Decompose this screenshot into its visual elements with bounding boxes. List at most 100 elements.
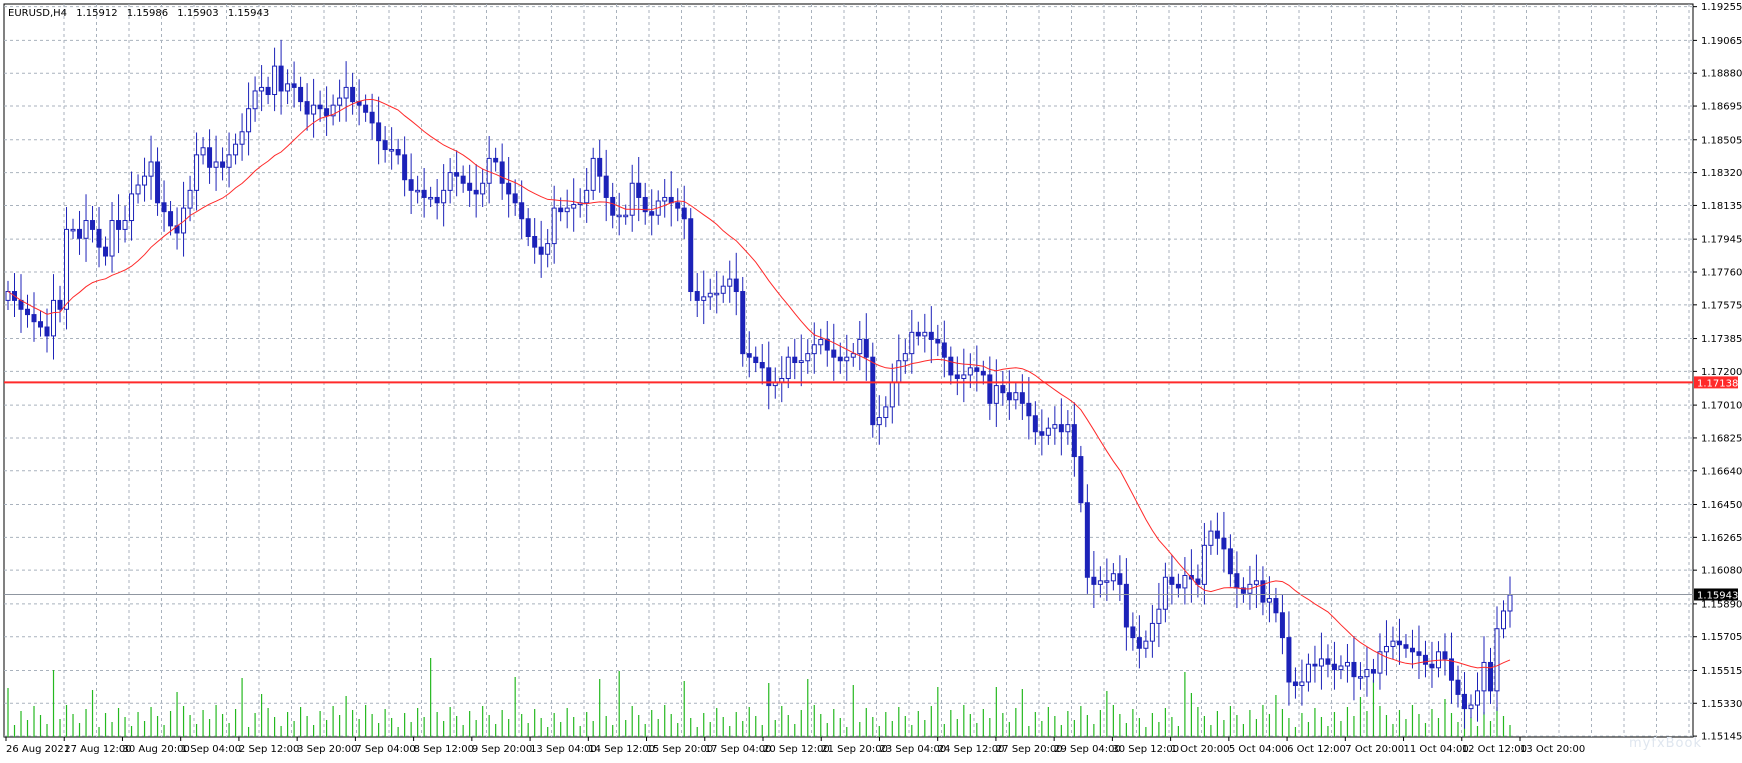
- candle-body: [57, 299, 63, 310]
- time-tick-label: 30 Sep 12:00: [1112, 744, 1179, 755]
- candle-body: [389, 149, 395, 152]
- candle-body: [1071, 424, 1077, 458]
- time-tick-label: 17 Sep 04:00: [705, 744, 772, 755]
- candle-body: [974, 367, 980, 372]
- candle-body: [1461, 693, 1467, 710]
- time-tick-label: 7 Sep 04:00: [355, 744, 415, 755]
- candle-body: [1214, 530, 1220, 539]
- candle-body: [285, 83, 291, 92]
- candle-body: [883, 406, 889, 419]
- candle-body: [1104, 580, 1110, 583]
- candle-body: [980, 370, 986, 376]
- price-tick-label: 1.18695: [1701, 102, 1742, 113]
- candle-body: [889, 381, 895, 408]
- candle-body: [421, 189, 427, 198]
- candle-body: [1026, 402, 1032, 417]
- candle-body: [818, 338, 824, 346]
- candle-body: [1507, 594, 1513, 612]
- candle-body: [1234, 573, 1240, 589]
- candle-body: [220, 161, 226, 168]
- candle-body: [272, 65, 278, 96]
- candle-body: [1201, 544, 1207, 585]
- candle-body: [480, 182, 486, 195]
- candle-body: [941, 342, 947, 358]
- candle-body: [434, 196, 440, 204]
- candle-body: [1013, 392, 1019, 401]
- time-tick-label: 12 Oct 12:00: [1462, 744, 1527, 755]
- time-tick-label: 2 Sep 12:00: [239, 744, 299, 755]
- candle-body: [77, 228, 83, 239]
- candle-body: [1455, 679, 1461, 695]
- candle-body: [850, 353, 856, 358]
- candle-body: [83, 220, 89, 239]
- candle-body: [363, 104, 369, 113]
- candle-body: [51, 299, 57, 337]
- candle-body: [915, 331, 921, 337]
- candle-body: [1045, 427, 1051, 436]
- candle-body: [785, 356, 791, 379]
- price-tick-label: 1.15705: [1701, 632, 1742, 643]
- candle-body: [1006, 392, 1012, 401]
- price-tick-label: 1.18135: [1701, 201, 1742, 212]
- candle-body: [369, 111, 375, 124]
- candle-body: [1312, 663, 1318, 667]
- candle-body: [1292, 681, 1298, 687]
- price-tick-label: 1.17945: [1701, 235, 1742, 246]
- candle-body: [1253, 580, 1259, 585]
- candle-body: [590, 157, 596, 191]
- candle-body: [122, 220, 128, 230]
- time-tick-label: 11 Oct 04:00: [1404, 744, 1469, 755]
- candle-body: [1058, 424, 1064, 433]
- candle-body: [876, 417, 882, 426]
- price-chart[interactable]: 1.19255 1.19065 1.18880 1.18695 1.18505 1.183…: [0, 0, 1742, 763]
- candle-body: [1208, 530, 1214, 546]
- candle-body: [194, 154, 200, 191]
- chart-window[interactable]: 1.19255 1.19065 1.18880 1.18695 1.18505 1.183…: [0, 0, 1742, 763]
- time-tick-label: 8 Sep 12:00: [414, 744, 474, 755]
- candle-body: [558, 207, 564, 213]
- candle-body: [1318, 658, 1324, 667]
- candle-body: [239, 131, 245, 145]
- open-price: 1.15912: [76, 8, 118, 19]
- candle-body: [1221, 537, 1227, 550]
- candle-body: [1039, 431, 1045, 436]
- high-price: 1.15986: [126, 8, 169, 19]
- time-tick-label: 29 Sep 04:00: [1054, 744, 1121, 755]
- candle-body: [610, 196, 616, 216]
- time-tick-label: 5 Oct 04:00: [1229, 744, 1288, 755]
- time-tick-label: 9 Sep 20:00: [472, 744, 532, 755]
- candle-body: [928, 331, 934, 340]
- candle-body: [753, 356, 759, 364]
- candle-body: [473, 189, 479, 195]
- candle-body: [629, 182, 635, 216]
- candle-body: [616, 214, 622, 218]
- candle-body: [1370, 669, 1376, 674]
- candle-body: [1383, 645, 1389, 653]
- candle-body: [324, 108, 330, 117]
- time-tick-label: 20 Sep 12:00: [763, 744, 830, 755]
- candle-body: [551, 207, 557, 245]
- close-price: 1.15943: [227, 8, 270, 19]
- candle-body: [447, 172, 453, 191]
- candle-body: [38, 321, 44, 328]
- candle-body: [532, 236, 538, 248]
- time-tick-label: 13 Oct 20:00: [1520, 744, 1585, 755]
- candle-body: [1474, 690, 1480, 706]
- candle-body: [1175, 583, 1181, 589]
- price-tick-label: 1.17575: [1701, 300, 1742, 311]
- candle-body: [870, 356, 876, 426]
- candle-body: [1468, 704, 1474, 710]
- price-tick-label: 1.16080: [1701, 566, 1742, 577]
- candle-body: [902, 353, 908, 362]
- candle-body: [993, 385, 999, 404]
- horizontal-level-label: 1.17138: [1697, 378, 1738, 389]
- candle-body: [187, 189, 193, 209]
- candle-body: [798, 360, 804, 364]
- price-axis: 1.19255 1.19065 1.18880 1.18695 1.18505 1.183…: [1693, 2, 1742, 743]
- price-tick-label: 1.18320: [1701, 168, 1742, 179]
- candle-body: [350, 86, 356, 103]
- candle-body: [1403, 644, 1409, 649]
- candle-body: [1494, 628, 1500, 692]
- candle-body: [701, 296, 707, 301]
- candle-body: [493, 157, 499, 163]
